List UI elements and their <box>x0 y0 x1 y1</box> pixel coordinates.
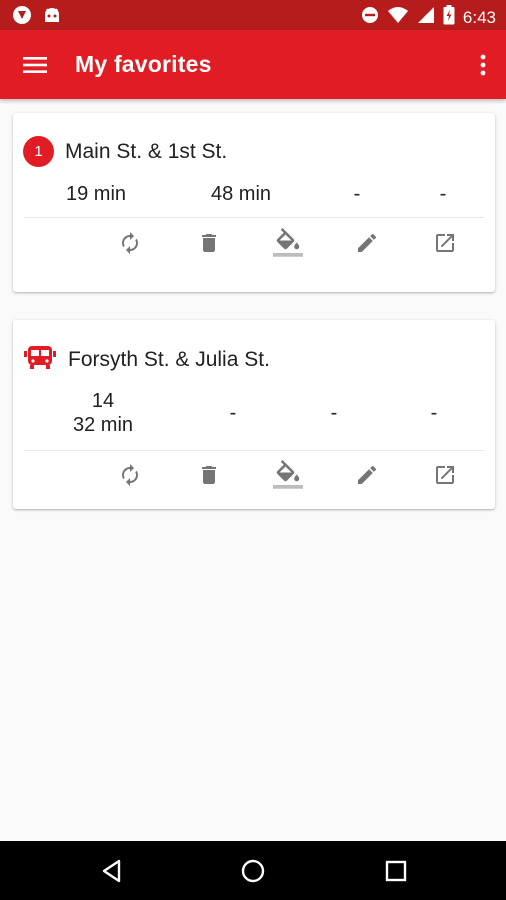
bus-icon <box>23 342 57 377</box>
open-in-new-icon[interactable] <box>425 455 465 495</box>
color-fill-icon[interactable] <box>268 455 308 495</box>
system-nav-bar <box>0 841 506 900</box>
favorite-card[interactable]: Forsyth St. & Julia St. 14 32 min - - - <box>13 320 495 509</box>
app-bar: My favorites <box>0 30 506 99</box>
edit-icon[interactable] <box>347 223 387 263</box>
recents-icon[interactable] <box>378 853 414 889</box>
arrival-time: 14 <box>91 390 115 412</box>
page-title: My favorites <box>75 51 212 77</box>
color-fill-icon[interactable] <box>268 223 308 263</box>
android-icon <box>42 5 62 30</box>
divider <box>24 450 484 451</box>
favorite-card[interactable]: 1 Main St. & 1st St. 19 min 48 min - - <box>13 113 495 292</box>
arrival-time: 19 min <box>65 183 127 205</box>
stop-name: Forsyth St. & Julia St. <box>68 347 270 371</box>
status-time: 6:43 <box>462 7 496 27</box>
refresh-icon[interactable] <box>110 455 150 495</box>
battery-icon <box>443 5 455 30</box>
signal-icon <box>417 6 435 29</box>
open-in-new-icon[interactable] <box>425 223 465 263</box>
back-icon[interactable] <box>94 853 130 889</box>
wifi-icon <box>387 6 409 29</box>
card-actions <box>13 223 495 263</box>
arrival-time: - <box>330 402 338 424</box>
hamburger-menu-icon[interactable] <box>14 48 56 82</box>
home-icon[interactable] <box>235 853 271 889</box>
arrival-time: - <box>229 402 237 424</box>
arrival-time: - <box>439 183 447 205</box>
edit-icon[interactable] <box>347 455 387 495</box>
shield-app-icon <box>12 5 32 30</box>
delete-icon[interactable] <box>189 223 229 263</box>
stop-name: Main St. & 1st St. <box>65 139 228 163</box>
arrival-time: - <box>430 402 438 424</box>
do-not-disturb-icon <box>361 6 379 29</box>
more-vert-icon[interactable] <box>472 50 494 80</box>
arrival-time: 48 min <box>210 183 272 205</box>
card-actions <box>13 455 495 495</box>
delete-icon[interactable] <box>189 455 229 495</box>
arrival-time: - <box>353 183 361 205</box>
route-badge: 1 <box>23 136 54 167</box>
divider <box>24 217 484 218</box>
refresh-icon[interactable] <box>110 223 150 263</box>
arrival-time: 32 min <box>72 414 134 436</box>
status-bar: 6:43 <box>0 0 506 30</box>
